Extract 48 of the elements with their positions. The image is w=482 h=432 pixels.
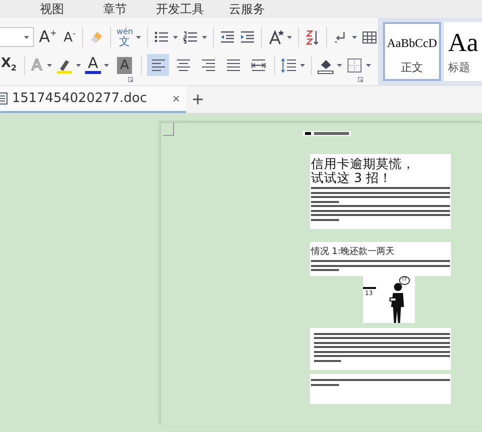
caret-icon[interactable] [74,62,82,68]
decrease-indent-icon[interactable] [219,28,236,46]
grow-font-button[interactable]: A$^{+}$ [37,29,59,45]
style-preset[interactable]: Aa 标题 [444,22,482,81]
increase-indent-icon[interactable] [239,28,256,46]
new-tab-button[interactable]: + [186,86,210,113]
style-preset[interactable]: AaBbCcD 正文 [383,22,441,81]
line-spacing-icon[interactable] [280,56,298,74]
numbered-list-icon[interactable] [182,28,199,46]
table-icon[interactable] [361,28,378,46]
align-right-icon[interactable] [200,56,217,74]
font-color-button[interactable]: A [84,56,102,74]
caret-icon[interactable] [23,34,30,40]
caret-icon[interactable] [286,34,293,40]
caret-icon[interactable] [336,62,344,68]
font-size-field[interactable] [0,27,34,47]
dialog-launcher-icon[interactable] [127,76,134,83]
subscript-button[interactable]: X$_{2}$ [0,57,19,73]
close-button[interactable]: × [168,91,184,106]
caret-icon[interactable] [172,34,179,40]
caret-icon[interactable] [365,62,372,68]
character-shading-button[interactable]: A [117,56,132,74]
menu-item[interactable]: 云服务 [229,0,265,18]
font-effect-icon[interactable] [267,28,284,46]
menu-item[interactable]: 章节 [103,0,156,18]
dialog-launcher-icon[interactable] [357,76,364,83]
caret-icon[interactable] [201,34,208,40]
shrink-font-button[interactable]: A$^{-}$ [62,30,78,44]
caret-icon[interactable] [351,34,358,40]
tab-title: 1517454020277.doc [12,91,148,106]
align-center-icon[interactable] [174,56,192,74]
caret-icon[interactable] [299,62,306,68]
distribute-icon[interactable] [250,56,267,74]
border-icon[interactable] [346,56,364,74]
caret-icon[interactable] [135,34,142,40]
align-left-icon[interactable] [150,56,167,74]
caret-icon[interactable] [103,62,110,68]
margin-corner-mark [163,123,174,136]
document-title: 信用卡逾期莫慌， 试试这 3 招！ [311,157,416,185]
sort-icon[interactable] [304,28,321,46]
menu-item[interactable]: 视图 [40,0,103,18]
section-heading: 情况 1:晚还款一两天 [311,246,396,258]
justify-icon[interactable] [224,56,242,74]
caret-icon[interactable] [46,62,53,68]
menu-item[interactable]: 开发工具 [156,0,229,18]
phonetic-guide-button[interactable]: wén 文 [116,28,133,46]
header-text-drawing [303,131,351,136]
document-tab[interactable]: 1517454020277.doc × [0,86,186,113]
